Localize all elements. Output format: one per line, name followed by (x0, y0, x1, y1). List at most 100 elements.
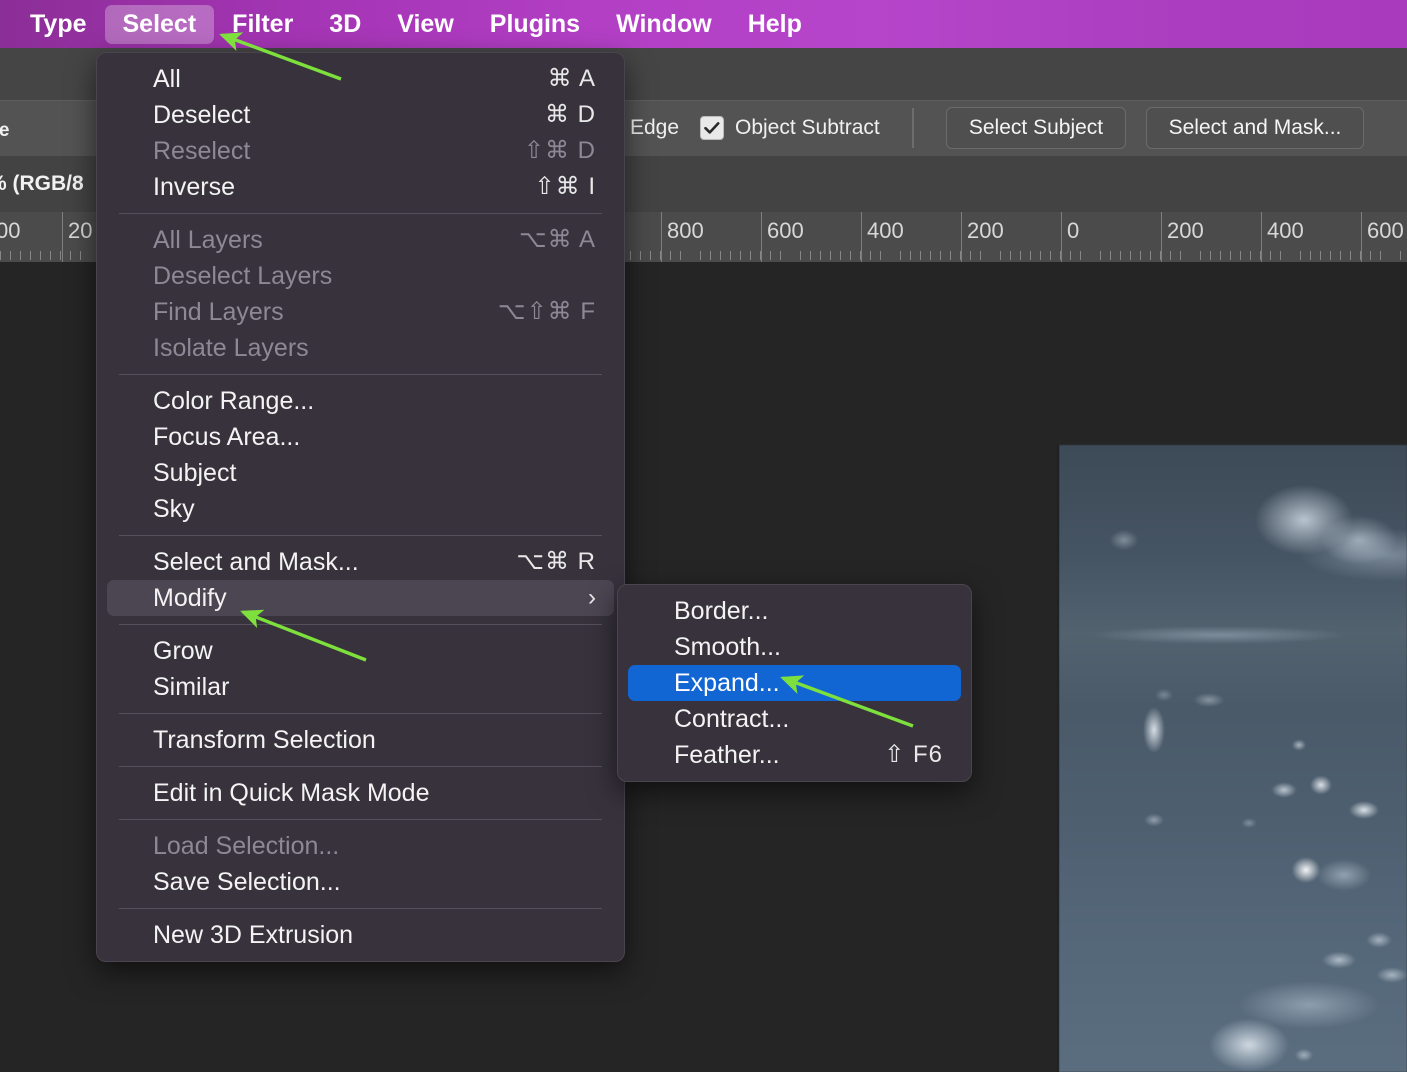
menu-item-label: Subject (119, 461, 236, 486)
menu-item-label: New 3D Extrusion (119, 923, 353, 948)
menu-separator (119, 713, 602, 714)
menu-item-label: Isolate Layers (119, 336, 309, 361)
menu-separator (119, 819, 602, 820)
menubar-item-plugins[interactable]: Plugins (472, 5, 598, 44)
object-subtract-checkbox[interactable] (700, 116, 724, 140)
menu-item-label: Edit in Quick Mask Mode (119, 781, 430, 806)
menu-item-reselect: Reselect ⇧⌘ D (107, 133, 614, 169)
menu-item-shortcut: ⇧ F6 (884, 743, 943, 767)
ruler-tick-label: 20 (62, 218, 92, 244)
menu-separator (119, 374, 602, 375)
menu-item-modify[interactable]: Modify › (107, 580, 614, 616)
menu-item-deselect-layers: Deselect Layers (107, 258, 614, 294)
menu-item-expand[interactable]: Expand... (628, 665, 961, 701)
menubar-item-type[interactable]: Type (12, 5, 105, 44)
menu-item-save-selection[interactable]: Save Selection... (107, 864, 614, 900)
menu-separator (119, 213, 602, 214)
menu-item-edit-in-quick-mask-mode[interactable]: Edit in Quick Mask Mode (107, 775, 614, 811)
ruler-tick-label: 00 (0, 218, 20, 244)
modify-submenu-dropdown[interactable]: Border... Smooth... Expand... Contract... Fe… (617, 584, 972, 782)
menu-item-similar[interactable]: Similar (107, 669, 614, 705)
photoshop-window: gle % (RGB/8 Edge Object Subtract Select… (0, 0, 1407, 1072)
menu-item-label: Contract... (640, 707, 789, 732)
ruler-tick-label: 600 (1361, 218, 1404, 244)
menu-item-label: Deselect Layers (119, 264, 332, 289)
menu-item-shortcut: ⌘ D (545, 103, 596, 127)
select-and-mask-button[interactable]: Select and Mask... (1146, 107, 1364, 149)
menu-item-border[interactable]: Border... (628, 593, 961, 629)
select-menu-dropdown[interactable]: All ⌘ A Deselect ⌘ D Reselect ⇧⌘ D Inverse ⇧⌘ I… (96, 52, 625, 962)
options-divider (912, 108, 914, 148)
ruler-tick-label: 600 (761, 218, 804, 244)
menu-item-label: Transform Selection (119, 728, 376, 753)
menu-item-subject[interactable]: Subject (107, 455, 614, 491)
menu-item-shortcut: ⌥⇧⌘ F (498, 300, 596, 324)
menubar-item-window[interactable]: Window (598, 5, 730, 44)
menu-item-shortcut: ⌥⌘ A (519, 228, 596, 252)
menu-item-shortcut: ⌘ A (548, 67, 596, 91)
ruler-tick-label: 200 (961, 218, 1004, 244)
menu-item-deselect[interactable]: Deselect ⌘ D (107, 97, 614, 133)
menu-item-label: Grow (119, 639, 213, 664)
menu-item-grow[interactable]: Grow (107, 633, 614, 669)
menu-item-smooth[interactable]: Smooth... (628, 629, 961, 665)
menu-item-label: Border... (640, 599, 769, 624)
menu-item-find-layers: Find Layers ⌥⇧⌘ F (107, 294, 614, 330)
menu-item-label: Color Range... (119, 389, 314, 414)
document-tab-title[interactable]: % (RGB/8 (0, 172, 84, 196)
menu-item-contract[interactable]: Contract... (628, 701, 961, 737)
menu-item-select-and-mask[interactable]: Select and Mask... ⌥⌘ R (107, 544, 614, 580)
menu-separator (119, 908, 602, 909)
tool-name-label: gle (0, 120, 9, 142)
canvas-photo[interactable] (1059, 445, 1407, 1072)
menu-item-transform-selection[interactable]: Transform Selection (107, 722, 614, 758)
menu-item-feather[interactable]: Feather... ⇧ F6 (628, 737, 961, 773)
ruler-tick-label: 0 (1061, 218, 1079, 244)
menu-separator (119, 624, 602, 625)
ruler-tick-label: 400 (1261, 218, 1304, 244)
menu-item-load-selection: Load Selection... (107, 828, 614, 864)
menu-item-all-layers: All Layers ⌥⌘ A (107, 222, 614, 258)
menu-item-label: Find Layers (119, 300, 284, 325)
menu-bar: TypeSelectFilter3DViewPluginsWindowHelp (0, 0, 1407, 48)
menubar-item-view[interactable]: View (379, 5, 472, 44)
menu-item-sky[interactable]: Sky (107, 491, 614, 527)
object-subtract-label[interactable]: Object Subtract (735, 117, 880, 138)
menu-item-inverse[interactable]: Inverse ⇧⌘ I (107, 169, 614, 205)
menu-separator (119, 766, 602, 767)
menu-item-label: Inverse (119, 175, 235, 200)
menu-item-all[interactable]: All ⌘ A (107, 61, 614, 97)
menu-item-label: Modify (119, 586, 227, 611)
menu-item-label: Deselect (119, 103, 250, 128)
menu-item-shortcut: ⌥⌘ R (516, 550, 596, 574)
menu-item-shortcut: ⇧⌘ I (535, 175, 596, 199)
menu-item-label: Reselect (119, 139, 250, 164)
menu-item-label: Expand... (640, 671, 780, 696)
menu-item-label: Save Selection... (119, 870, 341, 895)
menu-item-label: All (119, 67, 181, 92)
ruler-tick-label: 200 (1161, 218, 1204, 244)
ruler-tick-label: 800 (661, 218, 704, 244)
chevron-right-icon: › (588, 586, 596, 610)
checkmark-icon (701, 117, 723, 139)
menu-separator (119, 535, 602, 536)
menu-item-label: Sky (119, 497, 195, 522)
menu-item-label: All Layers (119, 228, 263, 253)
select-subject-button[interactable]: Select Subject (946, 107, 1126, 149)
ruler-tick-label: 400 (861, 218, 904, 244)
menu-item-focus-area[interactable]: Focus Area... (107, 419, 614, 455)
menubar-item-select[interactable]: Select (105, 5, 215, 44)
menu-item-isolate-layers: Isolate Layers (107, 330, 614, 366)
menu-item-label: Focus Area... (119, 425, 300, 450)
menubar-item-3d[interactable]: 3D (311, 5, 379, 44)
menu-item-label: Select and Mask... (119, 550, 359, 575)
menubar-item-filter[interactable]: Filter (214, 5, 311, 44)
menu-item-shortcut: ⇧⌘ D (524, 139, 596, 163)
menu-item-label: Feather... (640, 743, 780, 768)
menubar-item-help[interactable]: Help (730, 5, 820, 44)
edge-label: Edge (630, 117, 679, 138)
menu-item-label: Smooth... (640, 635, 781, 660)
menu-item-color-range[interactable]: Color Range... (107, 383, 614, 419)
menu-item-new-3d-extrusion[interactable]: New 3D Extrusion (107, 917, 614, 953)
menu-item-label: Similar (119, 675, 229, 700)
